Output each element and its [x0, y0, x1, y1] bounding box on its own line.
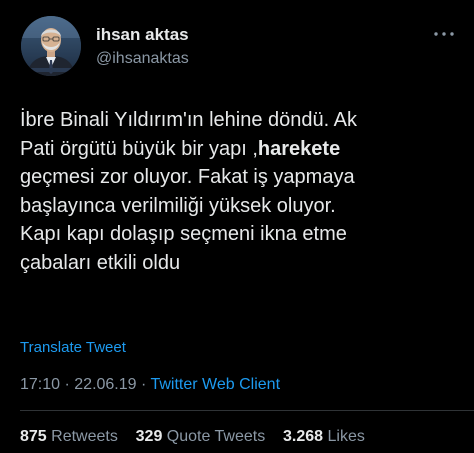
quote-tweets-label: Quote Tweets: [166, 428, 266, 445]
tweet-text-line: başlayınca verilmiliği yüksek oluyor.: [20, 194, 336, 217]
tweet-detail: ihsan aktas @ihsanaktas İbre Binali Yıld…: [0, 0, 474, 453]
tweet-text: İbre Binali Yıldırım'ın lehine döndü. Ak…: [20, 106, 460, 277]
likes-count: 3.268: [283, 428, 324, 445]
retweets-count: 875: [20, 428, 47, 445]
retweets-label: Retweets: [51, 428, 118, 445]
quote-tweets-stat[interactable]: 329 Quote Tweets: [136, 428, 266, 445]
likes-stat[interactable]: 3.268 Likes: [283, 428, 365, 445]
meta-separator: ·: [60, 376, 75, 393]
divider: [20, 410, 474, 411]
display-name[interactable]: ihsan aktas: [96, 25, 189, 45]
tweet-date[interactable]: 22.06.19: [74, 376, 136, 393]
retweets-stat[interactable]: 875 Retweets: [20, 428, 118, 445]
avatar[interactable]: [21, 16, 81, 76]
tweet-text-line: çabaları etkili oldu: [20, 251, 181, 274]
meta-separator: ·: [136, 376, 151, 393]
tweet-text-line: Kapı kapı dolaşıp seçmeni ikna etme: [20, 223, 347, 245]
tweet-time[interactable]: 17:10: [20, 376, 60, 393]
more-horizontal-icon[interactable]: [432, 27, 456, 41]
tweet-client-link[interactable]: Twitter Web Client: [150, 376, 280, 393]
quote-tweets-count: 329: [135, 428, 163, 445]
profile-photo-icon: [21, 16, 81, 76]
likes-label: Likes: [327, 428, 365, 445]
translate-tweet-link[interactable]: Translate Tweet: [20, 338, 126, 358]
tweet-text-line: Pati örgütü büyük bir yapı ,harekete: [20, 135, 460, 164]
tweet-text-segment: Pati örgütü büyük bir yapı ,: [20, 137, 258, 160]
tweet-text-line: İbre Binali Yıldırım'ın lehine döndü. Ak: [20, 109, 357, 131]
tweet-meta: 17:10 · 22.06.19 · Twitter Web Client: [20, 375, 280, 395]
tweet-text-bold: harekete: [257, 137, 341, 160]
tweet-text-line: geçmesi zor oluyor. Fakat iş yapmaya: [20, 166, 355, 188]
user-handle[interactable]: @ihsanaktas: [96, 49, 189, 69]
tweet-stats: 875 Retweets 329 Quote Tweets 3.268 Like…: [20, 427, 365, 447]
